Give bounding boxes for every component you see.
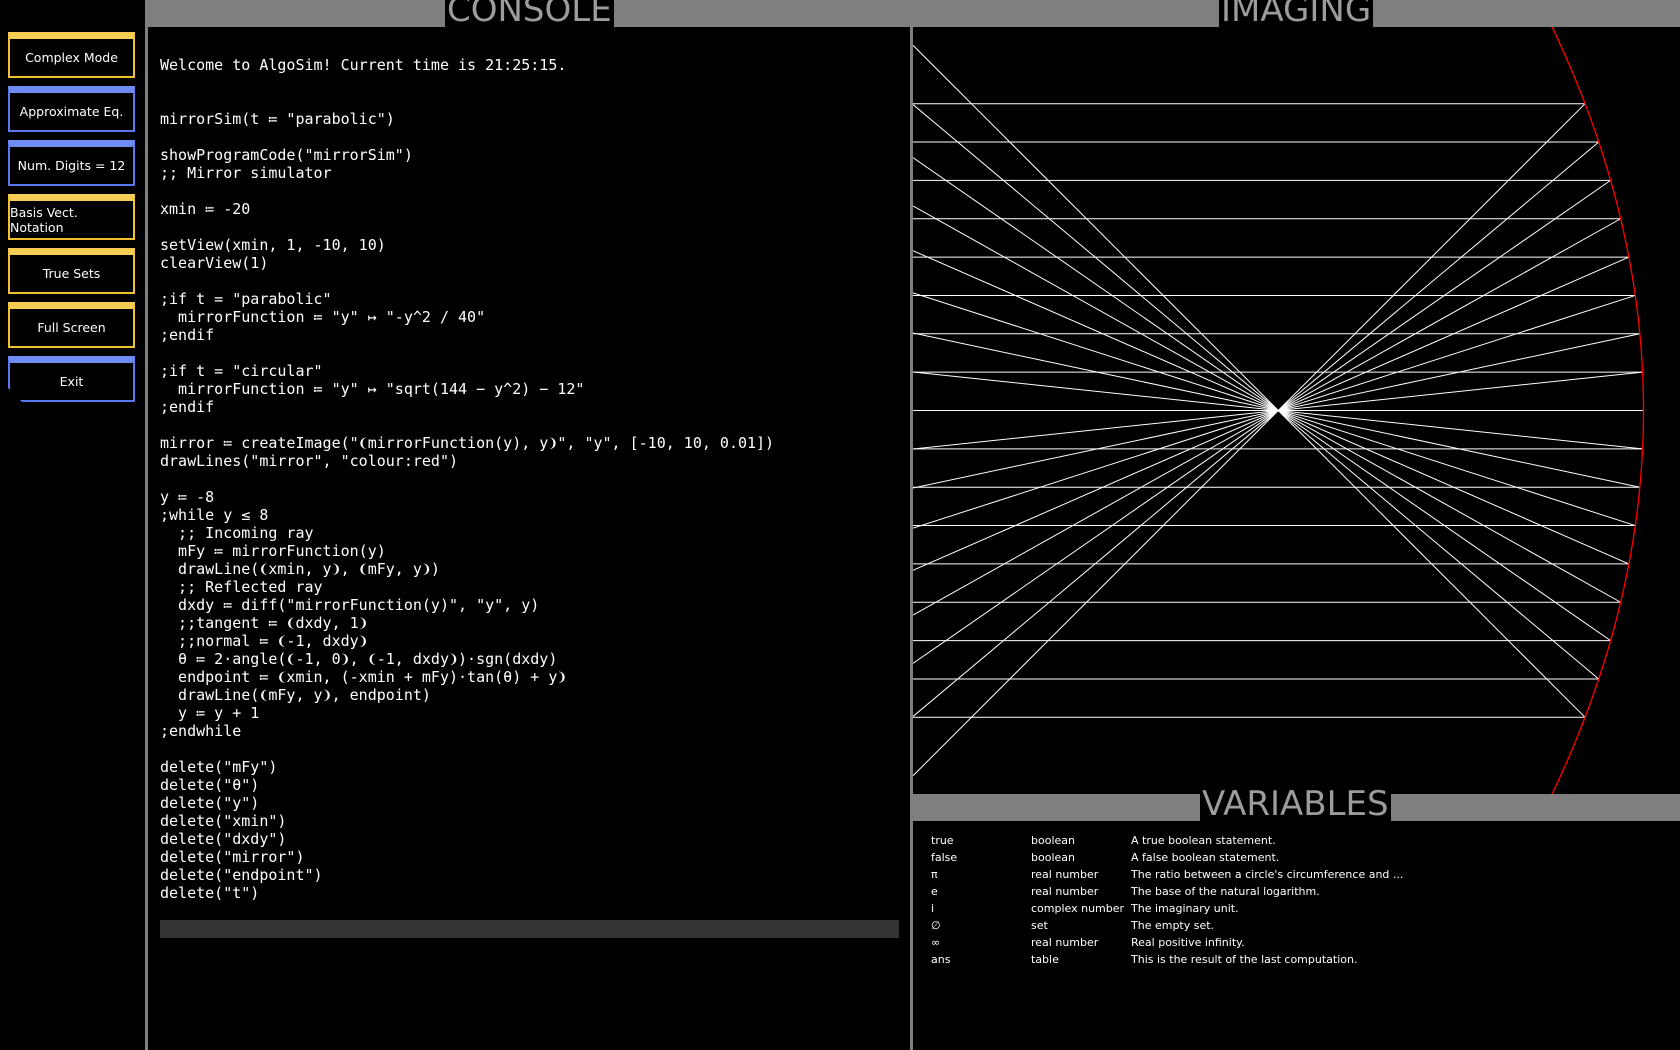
reflected-ray xyxy=(913,179,1611,664)
reflected-ray xyxy=(913,205,1621,603)
variable-description: The empty set. xyxy=(1131,919,1215,932)
exit-button[interactable]: Exit xyxy=(8,356,135,402)
variable-type: complex number xyxy=(1031,902,1125,915)
approximate-eq-button[interactable]: Approximate Eq. xyxy=(8,86,135,132)
variable-description: A true boolean statement. xyxy=(1131,834,1276,847)
console-header: CONSOLE xyxy=(148,0,910,27)
console-output: Welcome to AlgoSim! Current time is 21:2… xyxy=(160,56,775,902)
reflected-ray xyxy=(913,141,1600,717)
reflected-ray xyxy=(913,256,1630,571)
variable-type: table xyxy=(1031,953,1059,966)
variable-type: boolean xyxy=(1031,851,1075,864)
full-screen-button[interactable]: Full Screen xyxy=(8,302,135,348)
variable-name: true xyxy=(931,834,954,847)
variable-description: Real positive infinity. xyxy=(1131,936,1245,949)
variable-type: boolean xyxy=(1031,834,1075,847)
variable-type: set xyxy=(1031,919,1048,932)
reflected-ray xyxy=(913,44,1586,718)
num-digits-button[interactable]: Num. Digits = 12 xyxy=(8,140,135,186)
variable-description: The base of the natural logarithm. xyxy=(1131,885,1320,898)
imaging-title: IMAGING xyxy=(1219,0,1374,27)
variable-name: π xyxy=(931,868,938,881)
variable-name: e xyxy=(931,885,938,898)
reflected-ray xyxy=(913,218,1621,616)
variables-header: VARIABLES xyxy=(913,787,1680,821)
variable-type: real number xyxy=(1031,936,1099,949)
variables-table: true boolean A true boolean statement. f… xyxy=(913,821,1680,1050)
reflected-ray xyxy=(913,157,1611,642)
complex-mode-button[interactable]: Complex Mode xyxy=(8,32,135,78)
true-sets-button[interactable]: True Sets xyxy=(8,248,135,294)
variable-name: ∅ xyxy=(931,919,941,932)
console-title: CONSOLE xyxy=(445,0,614,27)
variable-description: The ratio between a circle's circumferen… xyxy=(1131,868,1404,881)
imaging-header: IMAGING xyxy=(913,0,1680,27)
variable-name: ans xyxy=(931,953,951,966)
variable-name: ∞ xyxy=(931,936,941,949)
sidebar: Complex Mode Approximate Eq. Num. Digits… xyxy=(0,0,145,1050)
reflected-ray xyxy=(913,104,1600,680)
variable-type: real number xyxy=(1031,868,1099,881)
variable-type: real number xyxy=(1031,885,1099,898)
basis-vect-notation-button[interactable]: Basis Vect. Notation xyxy=(8,194,135,240)
reflected-ray xyxy=(913,250,1630,565)
variable-description: A false boolean statement. xyxy=(1131,851,1280,864)
variable-name: false xyxy=(931,851,958,864)
console-input[interactable] xyxy=(160,920,899,938)
variable-name: i xyxy=(931,902,935,915)
reflected-ray xyxy=(913,103,1586,777)
imaging-canvas[interactable] xyxy=(913,27,1680,794)
variables-title: VARIABLES xyxy=(1200,784,1391,824)
variable-description: The imaginary unit. xyxy=(1131,902,1239,915)
variable-description: This is the result of the last computati… xyxy=(1131,953,1358,966)
imaging-plot xyxy=(913,27,1645,794)
